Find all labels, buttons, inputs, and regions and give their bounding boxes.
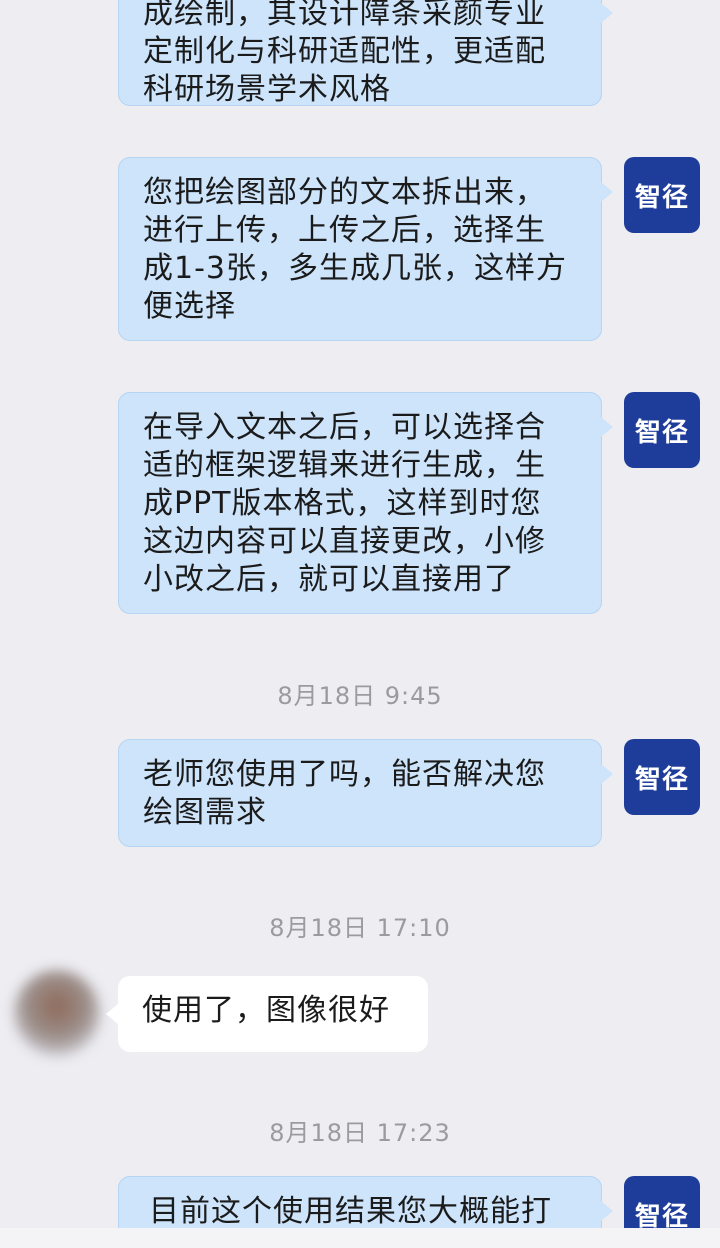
message-timestamp: 8月18日 9:45 bbox=[277, 682, 443, 710]
brand-avatar[interactable]: 智径 bbox=[624, 739, 700, 815]
message-timestamp: 8月18日 17:10 bbox=[269, 914, 451, 942]
outgoing-message-bubble[interactable]: 老师您使用了吗，能否解决您 绘图需求 bbox=[118, 739, 613, 847]
bottom-edge bbox=[0, 1228, 720, 1248]
outgoing-message-bubble[interactable]: 成绘制，其设计障条采颜专业 定制化与科研适配性，更适配 科研场景学术风格 bbox=[118, 0, 613, 107]
brand-avatar[interactable]: 智径 bbox=[624, 157, 700, 233]
user-avatar[interactable] bbox=[14, 970, 100, 1056]
incoming-message-bubble[interactable]: 使用了，图像很好 bbox=[106, 976, 428, 1052]
outgoing-message-bubble[interactable]: 您把绘图部分的文本拆出来， 进行上传，上传之后，选择生 成1-3张，多生成几张，… bbox=[118, 157, 613, 341]
message-timestamp: 8月18日 17:23 bbox=[269, 1119, 451, 1147]
brand-avatar[interactable]: 智径 bbox=[624, 392, 700, 468]
outgoing-message-bubble[interactable]: 在导入文本之后，可以选择合 适的框架逻辑来进行生成，生 成PPT版本格式，这样到… bbox=[118, 392, 613, 614]
chat-history[interactable]: 成绘制，其设计障条采颜专业 定制化与科研适配性，更适配 科研场景学术风格 您把绘… bbox=[0, 0, 720, 1248]
